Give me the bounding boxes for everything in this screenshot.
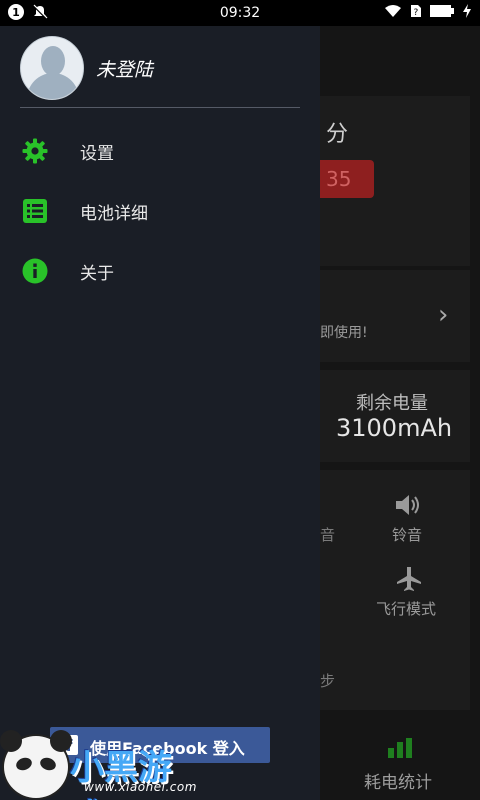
watermark-url: www.xiaohei.com [84, 780, 197, 794]
minutes-unit: 分 [326, 122, 349, 147]
sound-label-fragment: 音 [320, 526, 336, 544]
svg-text:?: ? [414, 8, 419, 18]
notification-badge: 1 [8, 4, 24, 20]
drawer-divider [20, 107, 300, 108]
wifi-icon [385, 5, 401, 17]
airplane-mode-label: 飞行模式 [376, 600, 437, 618]
menu-item-about[interactable]: 关于 [0, 241, 320, 301]
info-icon [22, 258, 48, 284]
username: 未登陆 [96, 58, 154, 81]
charging-icon [463, 4, 471, 18]
notifications-off-icon [33, 4, 48, 19]
chevron-right-icon[interactable]: › [438, 300, 448, 330]
battery-icon [430, 5, 454, 17]
red-value-chip: 35 [320, 160, 374, 198]
menu-item-settings[interactable]: 设置 [0, 121, 320, 181]
screen: 分 35 即使用! › 剩余电量 3100mAh 音 铃音 飞行模式 步 耗电统… [0, 0, 480, 800]
airplane-icon[interactable] [396, 566, 422, 592]
speaker-icon[interactable] [394, 492, 422, 518]
list-icon [23, 199, 47, 223]
menu-label-settings: 设置 [80, 144, 114, 164]
bottom-label-fragment: 步 [320, 672, 336, 690]
tab-power-stats[interactable]: 耗电统计 [364, 768, 432, 793]
remaining-value: 3100mAh [336, 414, 453, 442]
watermark-logo: 小黑游戏 www.xiaohei.com [0, 728, 200, 800]
avatar[interactable] [20, 36, 84, 100]
menu-item-battery-details[interactable]: 电池详细 [0, 181, 320, 241]
use-tip-text: 即使用! [320, 325, 368, 341]
bar-chart-icon [388, 738, 414, 758]
remaining-title: 剩余电量 [356, 393, 428, 414]
status-time: 09:32 [219, 5, 261, 21]
menu-label-about: 关于 [80, 264, 114, 284]
red-value: 35 [326, 167, 352, 191]
ringtone-label: 铃音 [392, 526, 423, 544]
drawer-menu: 设置 电池详细 关于 [0, 121, 320, 301]
menu-label-battery-details: 电池详细 [80, 204, 148, 224]
navigation-drawer: 未登陆 设置 电池详细 关于 [0, 26, 320, 800]
drawer-header[interactable]: 未登陆 [20, 36, 153, 100]
no-sim-icon: ? [411, 5, 421, 18]
panda-icon [0, 730, 72, 800]
gear-icon [22, 138, 48, 164]
status-bar: 1 09:32 ? [0, 0, 480, 26]
